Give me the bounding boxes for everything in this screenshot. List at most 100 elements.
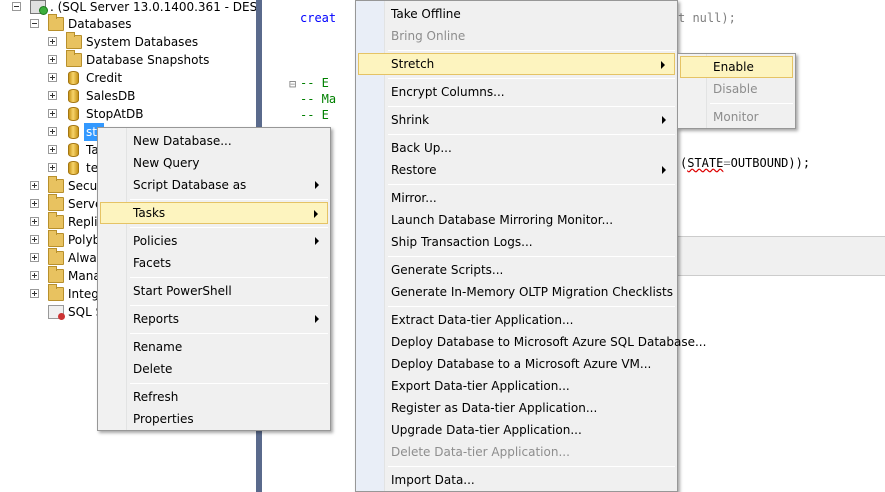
expand-icon[interactable] (30, 289, 39, 298)
menu-item-new-database[interactable]: New Database... (100, 130, 328, 152)
menu-label: Ship Transaction Logs... (391, 235, 533, 249)
menu-separator (388, 184, 675, 185)
menu-label: New Query (133, 156, 200, 170)
menu-label: Delete (133, 362, 173, 376)
expand-icon[interactable] (48, 73, 57, 82)
menu-item-mirror[interactable]: Mirror... (358, 187, 675, 209)
code-value: OUTBOUND)); (730, 156, 811, 170)
menu-label: Mirror... (391, 191, 437, 205)
menu-item-shrink[interactable]: Shrink (358, 109, 675, 131)
menu-item-back-up[interactable]: Back Up... (358, 137, 675, 159)
expand-icon[interactable] (30, 217, 39, 226)
menu-separator (388, 50, 675, 51)
menu-label: Deploy Database to a Microsoft Azure VM.… (391, 357, 652, 371)
database-icon (68, 161, 79, 175)
expand-icon[interactable] (48, 163, 57, 172)
database-icon (68, 143, 79, 157)
tree-label: StopAtDB (86, 107, 144, 121)
menu-item-refresh[interactable]: Refresh (100, 386, 328, 408)
expand-icon[interactable] (48, 37, 57, 46)
menu-item-script-database-as[interactable]: Script Database as (100, 174, 328, 196)
folder-icon (48, 284, 64, 301)
code-operator: = (723, 156, 731, 170)
folder-icon (48, 14, 64, 31)
menu-item-tasks[interactable]: Tasks (100, 202, 328, 224)
expand-icon[interactable] (48, 91, 57, 100)
expand-icon[interactable] (48, 109, 57, 118)
folder-icon (66, 50, 82, 67)
database-icon (68, 107, 79, 121)
expand-icon[interactable] (30, 253, 39, 262)
tree-label: Mana (68, 269, 101, 283)
expand-icon[interactable] (30, 271, 39, 280)
menu-item-launch-mirroring-monitor[interactable]: Launch Database Mirroring Monitor... (358, 209, 675, 231)
menu-label: New Database... (133, 134, 232, 148)
expand-icon[interactable] (48, 145, 57, 154)
menu-label: Stretch (391, 57, 435, 71)
menu-label: Export Data-tier Application... (391, 379, 570, 393)
menu-item-rename[interactable]: Rename (100, 336, 328, 358)
collapse-icon[interactable] (12, 2, 21, 11)
server-label: . (SQL Server 13.0.1400.361 - DESKTOP- (50, 0, 256, 14)
menu-item-stretch[interactable]: Stretch (358, 53, 675, 75)
databases-label: Databases (68, 17, 132, 31)
menu-item-enable[interactable]: Enable (680, 56, 793, 78)
menu-label: Take Offline (391, 7, 461, 21)
menu-label: Start PowerShell (133, 284, 232, 298)
menu-label: Policies (133, 234, 178, 248)
menu-item-encrypt-columns[interactable]: Encrypt Columns... (358, 81, 675, 103)
menu-item-new-query[interactable]: New Query (100, 152, 328, 174)
menu-label: Upgrade Data-tier Application... (391, 423, 582, 437)
menu-item-delete[interactable]: Delete (100, 358, 328, 380)
menu-item-disable: Disable (680, 78, 793, 100)
submenu-arrow-icon (315, 237, 319, 245)
folder-icon (48, 176, 64, 193)
menu-label: Generate Scripts... (391, 263, 504, 277)
menu-label: Refresh (133, 390, 179, 404)
menu-label: Tasks (133, 206, 166, 220)
expand-icon[interactable] (48, 127, 57, 136)
expand-icon[interactable] (30, 181, 39, 190)
menu-item-extract-data-tier[interactable]: Extract Data-tier Application... (358, 309, 675, 331)
menu-item-facets[interactable]: Facets (100, 252, 328, 274)
folder-icon (66, 32, 82, 49)
menu-item-start-powershell[interactable]: Start PowerShell (100, 280, 328, 302)
tasks-submenu: Take Offline Bring Online Stretch Encryp… (355, 0, 706, 492)
collapse-region-icon[interactable]: ⊟ (289, 77, 296, 91)
collapse-icon[interactable] (30, 19, 39, 28)
code-comment: -- Ma (300, 92, 337, 106)
menu-item-import-data[interactable]: Import Data... (358, 469, 675, 491)
menu-item-restore[interactable]: Restore (358, 159, 675, 181)
menu-label: Disable (713, 82, 758, 96)
menu-label: Generate In-Memory OLTP Migration Checkl… (391, 285, 673, 299)
menu-item-generate-scripts[interactable]: Generate Scripts... (358, 259, 675, 281)
code-comment: -- E (300, 76, 329, 90)
menu-separator (388, 134, 675, 135)
menu-label: Back Up... (391, 141, 452, 155)
menu-item-deploy-azure-sql[interactable]: Deploy Database to Microsoft Azure SQL D… (358, 331, 706, 353)
menu-separator (130, 199, 328, 200)
menu-separator (130, 383, 328, 384)
folder-icon (48, 212, 64, 229)
menu-item-deploy-azure-vm[interactable]: Deploy Database to a Microsoft Azure VM.… (358, 353, 675, 375)
menu-separator (130, 277, 328, 278)
menu-item-ship-transaction-logs[interactable]: Ship Transaction Logs... (358, 231, 675, 253)
menu-item-properties[interactable]: Properties (100, 408, 328, 430)
menu-separator (130, 305, 328, 306)
menu-separator (388, 256, 675, 257)
menu-item-take-offline[interactable]: Take Offline (358, 3, 675, 25)
menu-item-policies[interactable]: Policies (100, 230, 328, 252)
menu-label: Deploy Database to Microsoft Azure SQL D… (391, 335, 707, 349)
menu-separator (388, 306, 675, 307)
submenu-arrow-icon (662, 116, 666, 124)
expand-icon[interactable] (30, 199, 39, 208)
menu-item-monitor: Monitor (680, 106, 793, 128)
expand-icon[interactable] (30, 235, 39, 244)
menu-item-generate-oltp-checklists[interactable]: Generate In-Memory OLTP Migration Checkl… (358, 281, 675, 303)
menu-item-export-data-tier[interactable]: Export Data-tier Application... (358, 375, 675, 397)
menu-item-register-data-tier[interactable]: Register as Data-tier Application... (358, 397, 675, 419)
expand-icon[interactable] (48, 55, 57, 64)
menu-item-reports[interactable]: Reports (100, 308, 328, 330)
menu-item-upgrade-data-tier[interactable]: Upgrade Data-tier Application... (358, 419, 675, 441)
menu-label: Register as Data-tier Application... (391, 401, 598, 415)
